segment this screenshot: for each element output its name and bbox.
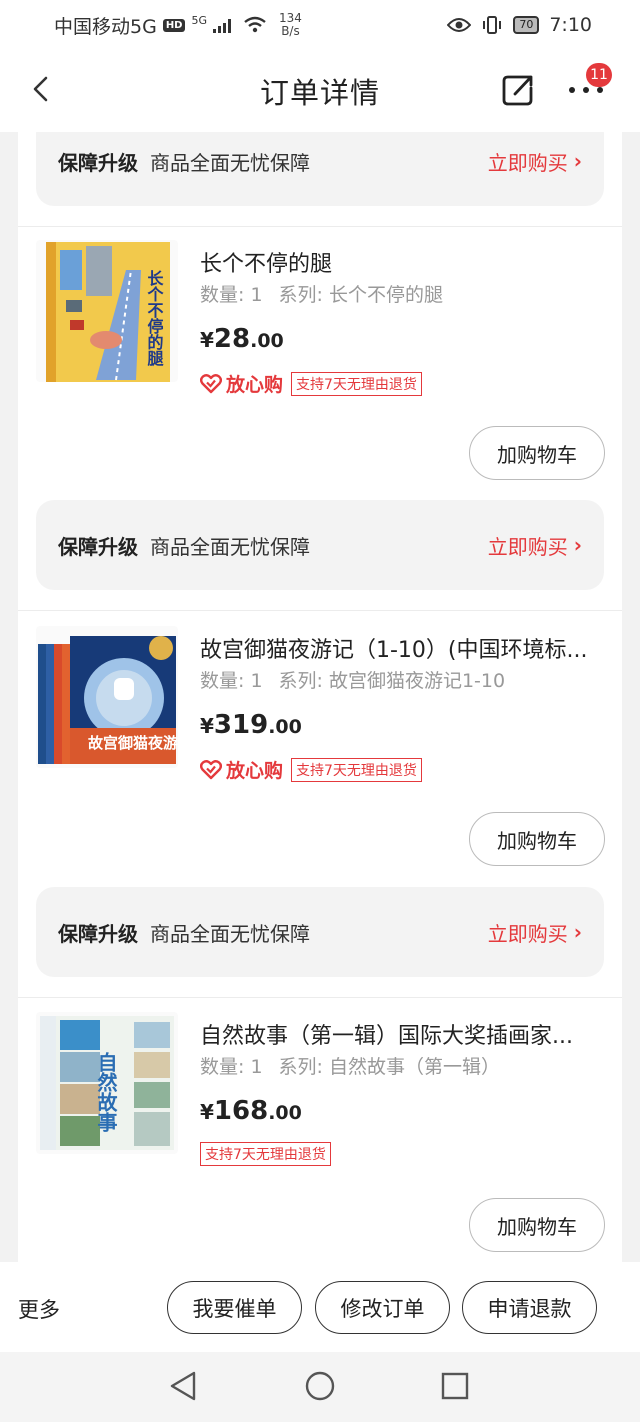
- currency-symbol: ¥: [200, 328, 214, 352]
- urge-order-button[interactable]: 我要催单: [167, 1281, 302, 1334]
- product-image[interactable]: 故宫御猫夜游记: [36, 626, 178, 768]
- buy-now-label: 立即购买: [487, 921, 568, 946]
- price-decimal: .00: [268, 1102, 302, 1124]
- order-item[interactable]: 长个不停的腿 长个不停的腿 数量: 1 系列: 长个不停的腿 ¥28.00 放心…: [18, 226, 622, 486]
- product-meta: 数量: 1 系列: 自然故事（第一辑）: [200, 1052, 500, 1079]
- eye-icon: [447, 18, 472, 32]
- back-arrow-icon[interactable]: [26, 74, 56, 104]
- guarantee-banner[interactable]: 保障升级 商品全面无忧保障 立即购买 ›: [36, 132, 604, 206]
- buy-now-link[interactable]: 立即购买 ›: [488, 531, 582, 560]
- order-item[interactable]: 故宫御猫夜游记 故宫御猫夜游记（1-10）(中国环境标... 数量: 1 系列:…: [18, 612, 622, 872]
- system-nav-bar: [0, 1352, 640, 1422]
- fangxingou-badge: 放心购: [200, 756, 283, 783]
- product-tags: 支持7天无理由退货: [200, 1142, 331, 1166]
- carrier-label: 中国移动5G: [54, 15, 157, 38]
- product-price: ¥168.00: [200, 1096, 302, 1126]
- back-triangle-icon[interactable]: [168, 1370, 198, 1402]
- add-to-cart-button[interactable]: 加购物车: [469, 812, 605, 866]
- apply-refund-button[interactable]: 申请退款: [462, 1281, 597, 1334]
- return-policy-tag: 支持7天无理由退货: [291, 757, 422, 782]
- buy-now-link[interactable]: 立即购买 ›: [488, 147, 582, 176]
- recents-square-icon[interactable]: [440, 1371, 470, 1401]
- heart-check-icon: [200, 759, 222, 779]
- add-to-cart-button[interactable]: 加购物车: [469, 426, 605, 480]
- return-policy-tag: 支持7天无理由退货: [200, 1142, 331, 1166]
- product-price: ¥319.00: [200, 710, 302, 740]
- book-cover-image: 长个不停的腿: [36, 240, 178, 382]
- guarantee-title: 保障升级: [58, 534, 138, 559]
- net-speed: 134 B/s: [279, 12, 302, 38]
- product-meta: 数量: 1 系列: 故宫御猫夜游记1-10: [200, 666, 505, 693]
- page-title: 订单详情: [259, 76, 380, 110]
- share-icon[interactable]: [500, 72, 536, 108]
- guarantee-banner[interactable]: 保障升级 商品全面无忧保障 立即购买 ›: [36, 887, 604, 977]
- price-integer: 28: [213, 324, 251, 354]
- product-meta: 数量: 1 系列: 长个不停的腿: [200, 280, 443, 307]
- signal-icon: [213, 17, 232, 33]
- product-tags: 放心购 支持7天无理由退货: [200, 370, 422, 397]
- hd-badge: HD: [162, 18, 186, 32]
- return-policy-tag: 支持7天无理由退货: [291, 371, 422, 396]
- product-image[interactable]: 长个不停的腿: [36, 240, 178, 382]
- quantity-label: 数量: 1: [200, 284, 263, 306]
- clock: 7:10: [549, 14, 592, 36]
- add-to-cart-button[interactable]: 加购物车: [469, 1198, 605, 1252]
- bottom-action-bar: 更多 我要催单 修改订单 申请退款: [0, 1262, 640, 1352]
- book-title-text: 自然故事: [94, 1051, 118, 1133]
- fangxingou-label: 放心购: [226, 374, 284, 396]
- home-circle-icon[interactable]: [304, 1370, 336, 1402]
- price-decimal: .00: [250, 330, 284, 352]
- price-decimal: .00: [268, 716, 302, 738]
- net-speed-unit: B/s: [281, 24, 300, 38]
- buy-now-link[interactable]: 立即购买 ›: [488, 918, 582, 947]
- vibrate-icon: [483, 16, 502, 34]
- status-bar: 中国移动5G HD 5G 134 B/s 70 7:10: [0, 0, 640, 50]
- guarantee-banner[interactable]: 保障升级 商品全面无忧保障 立即购买 ›: [36, 500, 604, 590]
- book-cover-image: 自然故事: [36, 1012, 178, 1154]
- series-label: 系列: 长个不停的腿: [278, 284, 443, 306]
- order-items-list: 保障升级 商品全面无忧保障 立即购买 › 长个不停的腿 长个不停的腿 数量: 1…: [18, 132, 622, 1262]
- net-type-label: 5G: [191, 13, 208, 27]
- battery-icon: 70: [513, 16, 540, 34]
- divider: [18, 610, 622, 611]
- chevron-right-icon: ›: [573, 533, 582, 557]
- nav-bar: 订单详情 11: [0, 50, 640, 132]
- guarantee-title: 保障升级: [58, 150, 138, 175]
- product-name[interactable]: 故宫御猫夜游记（1-10）(中国环境标...: [200, 632, 600, 664]
- book-title-text: 故宫御猫夜游记: [88, 734, 178, 752]
- book-cover-image: 故宫御猫夜游记: [36, 626, 178, 768]
- guarantee-title: 保障升级: [58, 921, 138, 946]
- quantity-label: 数量: 1: [200, 1056, 263, 1078]
- heart-check-icon: [200, 373, 222, 393]
- guarantee-desc: 商品全面无忧保障: [150, 150, 310, 175]
- product-name[interactable]: 自然故事（第一辑）国际大奖插画家...: [200, 1018, 600, 1050]
- chevron-right-icon: ›: [573, 920, 582, 944]
- product-name[interactable]: 长个不停的腿: [200, 246, 600, 278]
- product-tags: 放心购 支持7天无理由退货: [200, 756, 422, 783]
- more-link[interactable]: 更多: [18, 1294, 60, 1324]
- quantity-label: 数量: 1: [200, 670, 263, 692]
- fangxingou-label: 放心购: [226, 760, 284, 782]
- buy-now-label: 立即购买: [487, 534, 568, 559]
- order-item[interactable]: 自然故事 自然故事（第一辑）国际大奖插画家... 数量: 1 系列: 自然故事（…: [18, 998, 622, 1258]
- buy-now-label: 立即购买: [487, 150, 568, 175]
- product-price: ¥28.00: [200, 324, 284, 354]
- currency-symbol: ¥: [200, 714, 214, 738]
- price-integer: 319: [213, 710, 269, 740]
- guarantee-desc: 商品全面无忧保障: [150, 921, 310, 946]
- book-title-text: 长个不停的腿: [145, 269, 165, 367]
- series-label: 系列: 自然故事（第一辑）: [278, 1056, 500, 1078]
- net-speed-value: 134: [279, 11, 302, 25]
- series-label: 系列: 故宫御猫夜游记1-10: [278, 670, 506, 692]
- fangxingou-badge: 放心购: [200, 370, 283, 397]
- modify-order-button[interactable]: 修改订单: [315, 1281, 450, 1334]
- currency-symbol: ¥: [200, 1100, 214, 1124]
- product-image[interactable]: 自然故事: [36, 1012, 178, 1154]
- wifi-icon: [244, 16, 266, 33]
- guarantee-desc: 商品全面无忧保障: [150, 534, 310, 559]
- chevron-right-icon: ›: [573, 149, 582, 173]
- price-integer: 168: [213, 1096, 269, 1126]
- notification-badge: 11: [586, 63, 612, 87]
